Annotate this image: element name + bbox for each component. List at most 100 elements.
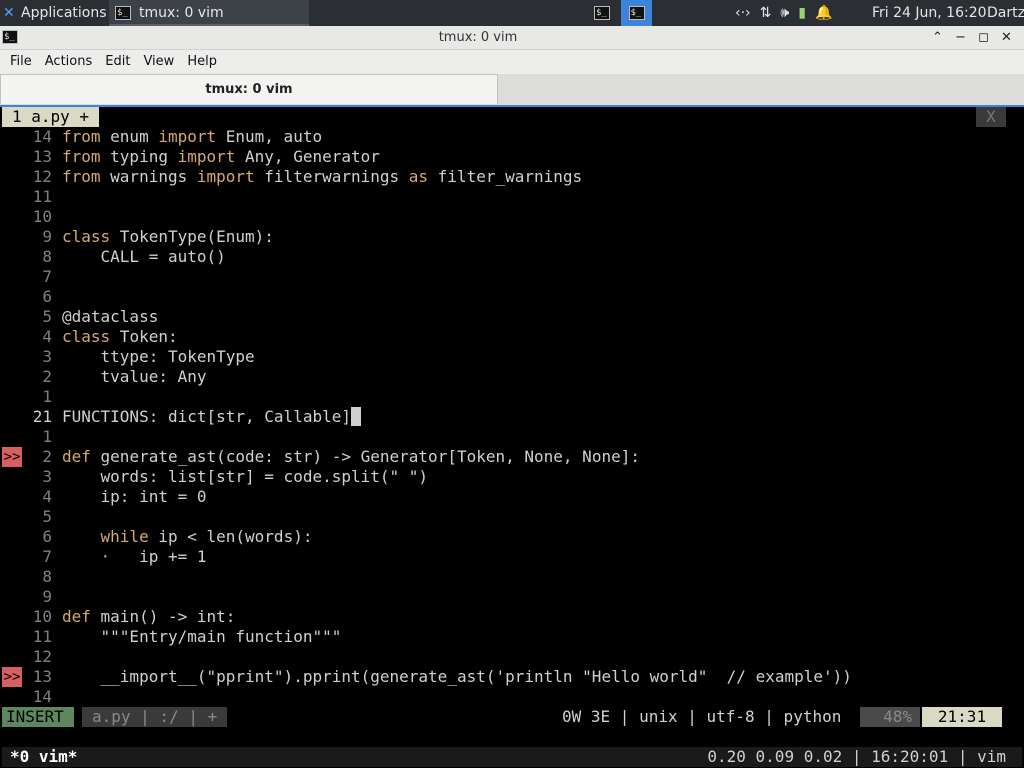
menu-help[interactable]: Help	[177, 50, 217, 74]
cursor-position: 21:31	[922, 707, 1002, 727]
line-number: 3	[42, 467, 52, 486]
window-controls: ⌃ − ◻ ✕	[926, 26, 1018, 50]
line-number: 7	[42, 547, 52, 566]
code-line[interactable]: 10 def main() -> int:	[2, 607, 1022, 627]
line-number: 5	[42, 507, 52, 526]
tmux-window-label[interactable]: *0 vim*	[10, 747, 77, 766]
applications-label: Applications	[21, 5, 107, 21]
line-code: ip: int = 0	[62, 487, 207, 506]
line-number: 11	[32, 187, 52, 206]
code-line[interactable]: 1	[2, 427, 1022, 447]
line-number: 2	[42, 447, 52, 466]
line-code: ttype: TokenType	[62, 347, 255, 366]
code-line[interactable]: 11	[2, 187, 1022, 207]
shade-button[interactable]: ⌃	[926, 26, 949, 50]
menu-actions[interactable]: Actions	[35, 50, 93, 74]
code-line[interactable]: >> 13 __import__("pprint").pprint(generat…	[2, 667, 1022, 687]
code-line[interactable]: 7 · ip += 1	[2, 547, 1022, 567]
code-line[interactable]: 8 CALL = auto()	[2, 247, 1022, 267]
menu-edit[interactable]: Edit	[95, 50, 130, 74]
code-line[interactable]: 11 """Entry/main function"""	[2, 627, 1022, 647]
code-line[interactable]: 14	[2, 687, 1022, 707]
file-info: 0W 3E | unix | utf-8 | python	[562, 707, 842, 726]
user-menu[interactable]: Dartz	[987, 0, 1024, 26]
line-number: 7	[42, 267, 52, 286]
close-tab-button[interactable]: X	[976, 107, 1006, 127]
line-number: 13	[32, 147, 52, 166]
line-code: · ip += 1	[62, 547, 207, 566]
buffer-tab[interactable]: 1 a.py +	[2, 107, 100, 127]
code-line[interactable]: 12	[2, 647, 1022, 667]
terminal-area[interactable]: 1 a.py + X 14 from enum import Enum, auto…	[2, 107, 1022, 768]
close-button[interactable]: ✕	[995, 26, 1018, 50]
code-line[interactable]: 1	[2, 387, 1022, 407]
line-number: 10	[32, 607, 52, 626]
line-number: 8	[42, 247, 52, 266]
line-number: 9	[42, 587, 52, 606]
window-titlebar[interactable]: $_ tmux: 0 vim ⌃ − ◻ ✕	[0, 26, 1024, 50]
line-code: from warnings import filterwarnings as f…	[62, 167, 583, 186]
code-line[interactable]: 4 ip: int = 0	[2, 487, 1022, 507]
taskbar-button-tmux[interactable]: $_ tmux: 0 vim	[109, 0, 309, 26]
code-line[interactable]: 3 words: list[str] = code.split(" ")	[2, 467, 1022, 487]
mode-indicator: INSERT	[2, 707, 74, 727]
code-line[interactable]: 8	[2, 567, 1022, 587]
line-code: def main() -> int:	[62, 607, 236, 626]
code-line[interactable]: 6	[2, 287, 1022, 307]
line-number: 8	[42, 567, 52, 586]
network-icon[interactable]: ‹·›	[735, 0, 751, 26]
line-code: class TokenType(Enum):	[62, 227, 274, 246]
code-line[interactable]: 7	[2, 267, 1022, 287]
xfce-logo-icon: ✕	[3, 5, 15, 21]
line-code: __import__("pprint").pprint(generate_ast…	[62, 667, 852, 686]
code-line[interactable]: 10	[2, 207, 1022, 227]
line-number: 10	[32, 207, 52, 226]
workspace-1-button[interactable]: $_	[589, 0, 615, 26]
error-sign-marker: >>	[2, 447, 22, 467]
line-number: 6	[42, 527, 52, 546]
terminal-icon: $_	[594, 6, 610, 20]
line-code: CALL = auto()	[62, 247, 226, 266]
code-line[interactable]: 3 ttype: TokenType	[2, 347, 1022, 367]
line-number: 21	[32, 407, 52, 426]
code-line[interactable]: 9 class TokenType(Enum):	[2, 227, 1022, 247]
minimize-button[interactable]: −	[949, 26, 972, 50]
workspace-2-button[interactable]: $_	[621, 0, 652, 26]
maximize-button[interactable]: ◻	[972, 26, 995, 50]
clock[interactable]: Fri 24 Jun, 16:20	[872, 0, 987, 26]
tmux-status-right: 0.20 0.09 0.02 | 16:20:01 | vim	[707, 747, 1006, 766]
code-line[interactable]: 2 tvalue: Any	[2, 367, 1022, 387]
volume-icon[interactable]: 🕪	[780, 0, 789, 26]
line-number: 9	[42, 227, 52, 246]
code-line[interactable]: >> 2 def generate_ast(code: str) -> Genera…	[2, 447, 1022, 467]
code-line[interactable]: 5 @dataclass	[2, 307, 1022, 327]
line-number: 1	[42, 427, 52, 446]
terminal-tabbar: tmux: 0 vim	[0, 74, 1024, 105]
code-line[interactable]: 14 from enum import Enum, auto	[2, 127, 1022, 147]
code-line[interactable]: 21 FUNCTIONS: dict[str, Callable]	[2, 407, 1022, 427]
applications-menu[interactable]: ✕ Applications	[0, 0, 108, 26]
code-line[interactable]: 13 from typing import Any, Generator	[2, 147, 1022, 167]
code-line[interactable]: 5	[2, 507, 1022, 527]
code-line[interactable]: 12 from warnings import filterwarnings as…	[2, 167, 1022, 187]
menu-view[interactable]: View	[133, 50, 174, 74]
code-line[interactable]: 6 while ip < len(words):	[2, 527, 1022, 547]
line-number: 11	[32, 627, 52, 646]
transfer-icon[interactable]: ⇅	[760, 0, 772, 26]
code-line[interactable]: 4 class Token:	[2, 327, 1022, 347]
code-line[interactable]: 9	[2, 587, 1022, 607]
line-number: 2	[42, 367, 52, 386]
battery-icon[interactable]: ▮	[798, 0, 806, 26]
line-number: 12	[32, 647, 52, 666]
line-number: 5	[42, 307, 52, 326]
tab-tmux[interactable]: tmux: 0 vim	[0, 74, 498, 104]
bell-icon[interactable]: 🔔	[815, 0, 832, 26]
system-tray: ‹·› ⇅ 🕪 ▮ 🔔	[735, 0, 865, 26]
menu-file[interactable]: File	[0, 50, 32, 74]
tmux-statusbar: *0 vim* 0.20 0.09 0.02 | 16:20:01 | vim	[2, 747, 1022, 767]
line-number: 6	[42, 287, 52, 306]
terminal-icon: $_	[628, 6, 645, 20]
error-sign-marker: >>	[2, 667, 22, 687]
window-title: tmux: 0 vim	[438, 30, 518, 45]
line-code: class Token:	[62, 327, 178, 346]
